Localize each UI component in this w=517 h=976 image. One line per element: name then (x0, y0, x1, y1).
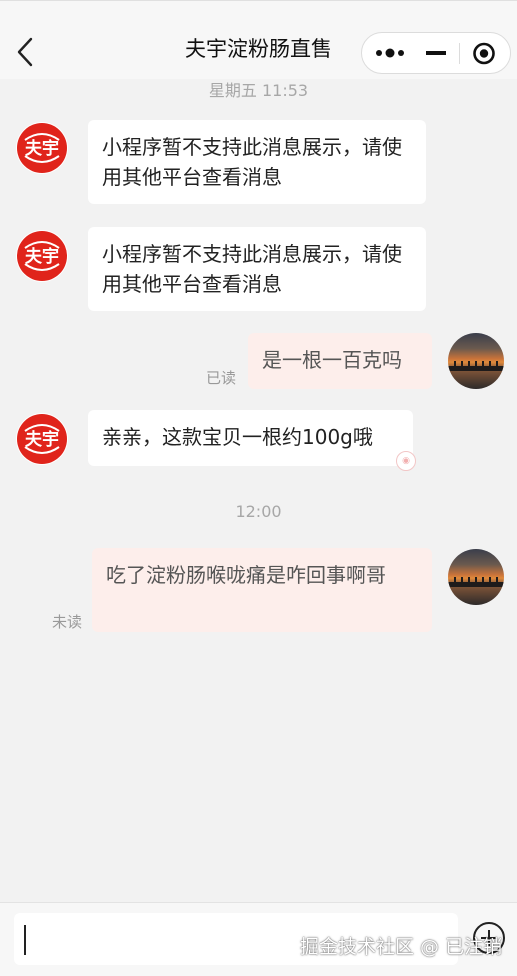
message-bubble-incoming[interactable]: 小程序暂不支持此消息展示，请使用其他平台查看消息 (88, 227, 426, 311)
text-caret (24, 925, 26, 955)
stamp-icon: ◉ (396, 451, 416, 471)
svg-text:夫宇: 夫宇 (25, 138, 59, 159)
message-bubble-outgoing[interactable]: 是一根一百克吗 (248, 333, 432, 389)
shop-avatar[interactable]: 夫宇 (16, 413, 68, 465)
mini-program-capsule (361, 32, 511, 74)
message-bubble-incoming[interactable]: 亲亲，这款宝贝一根约100g哦 (88, 410, 413, 466)
close-record-icon[interactable] (466, 40, 502, 67)
read-status: 已读 (206, 369, 237, 387)
shop-logo-icon: 夫宇 (17, 231, 67, 281)
svg-text:夫宇: 夫宇 (25, 429, 59, 450)
user-avatar[interactable] (448, 549, 504, 605)
navigation-bar: 夫宇淀粉肠直售 (0, 0, 517, 79)
user-avatar[interactable] (448, 333, 504, 389)
message-bubble-incoming[interactable]: 小程序暂不支持此消息展示，请使用其他平台查看消息 (88, 120, 426, 204)
site-watermark: 掘金技术社区 @ 已注销 (300, 936, 503, 958)
shop-logo-icon: 夫宇 (17, 414, 67, 464)
message-bubble-outgoing[interactable]: 吃了淀粉肠喉咙痛是咋回事啊哥 (92, 548, 432, 632)
shop-logo-icon: 夫宇 (17, 123, 67, 173)
more-dots-icon[interactable] (370, 41, 410, 65)
timestamp: 12:00 (235, 502, 282, 521)
minimize-icon[interactable] (418, 41, 454, 65)
timestamp: 星期五 11:53 (208, 81, 309, 100)
svg-text:夫宇: 夫宇 (25, 246, 59, 267)
shop-avatar[interactable]: 夫宇 (16, 230, 68, 282)
capsule-divider (459, 43, 460, 64)
shop-avatar[interactable]: 夫宇 (16, 122, 68, 174)
read-status: 未读 (52, 613, 83, 631)
